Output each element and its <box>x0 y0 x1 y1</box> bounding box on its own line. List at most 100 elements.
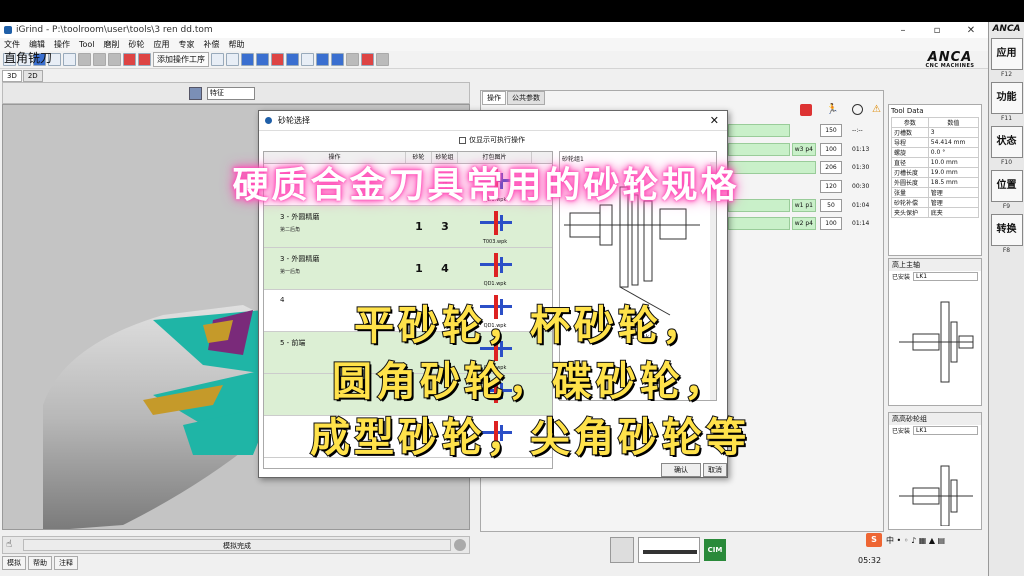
position-button[interactable]: 位置 <box>990 170 1023 202</box>
wheel-num: 1 <box>415 262 423 275</box>
tool-icon[interactable] <box>138 53 151 66</box>
timer-icon[interactable] <box>852 104 863 115</box>
ime-icon[interactable]: S <box>866 533 882 547</box>
tab-help[interactable]: 帮助 <box>28 556 52 570</box>
checkbox-box[interactable] <box>459 136 466 144</box>
plus-icon[interactable] <box>316 53 329 66</box>
convert-button[interactable]: 转换 <box>990 214 1023 246</box>
function-button[interactable]: 功能 <box>990 82 1023 114</box>
maximize-button[interactable]: ▫ <box>920 25 954 36</box>
close-button[interactable]: ✕ <box>954 25 988 36</box>
wheel-icon[interactable] <box>123 53 136 66</box>
row-value[interactable]: 120 <box>820 180 842 193</box>
export-icon[interactable] <box>376 53 389 66</box>
tab-simulation[interactable]: 模拟 <box>2 556 26 570</box>
redo-icon[interactable] <box>108 53 121 66</box>
param: 导程 <box>891 137 929 148</box>
table-row[interactable]: 螺旋 0.0 ° <box>891 147 980 158</box>
stop-icon[interactable] <box>800 104 812 116</box>
record-icon[interactable] <box>454 539 466 551</box>
op-row-bar[interactable] <box>728 143 790 156</box>
layers-icon[interactable] <box>211 53 224 66</box>
caption-body: 平砂轮，杯砂轮， 圆角砂轮，碟砂轮， 成型砂轮，尖角砂轮等 <box>210 298 850 466</box>
row-label[interactable]: w3 p4 <box>792 143 816 156</box>
installed-field[interactable]: 已安装 LK1 <box>889 271 981 282</box>
menu-operation[interactable]: 操作 <box>54 39 70 50</box>
grid-icon[interactable] <box>256 53 269 66</box>
value: 54.414 mm <box>927 137 980 148</box>
menu-help[interactable]: 帮助 <box>229 39 245 50</box>
page-title: 直角铣刀 <box>4 51 53 65</box>
tab-3d[interactable]: 3D <box>2 70 22 82</box>
image-icon[interactable] <box>361 53 374 66</box>
tab-common-params[interactable]: 公共参数 <box>507 91 545 105</box>
feature-icon[interactable] <box>189 87 202 100</box>
drop-icon[interactable] <box>286 53 299 66</box>
list-item[interactable]: 3 - 外圆精磨 第二后角 1 3 T003.wpk <box>264 206 552 248</box>
split-icon[interactable] <box>331 53 344 66</box>
delete-icon[interactable] <box>226 53 239 66</box>
dialog-close-icon[interactable]: ✕ <box>710 114 719 127</box>
executable-only-checkbox[interactable]: 仅显示可执行操作 <box>459 135 525 145</box>
fkey-label: F12 <box>1000 71 1013 78</box>
feature-select[interactable]: 特征 <box>207 87 255 100</box>
undo-icon[interactable] <box>93 53 106 66</box>
op-name: 3 - 外圆精磨 <box>280 255 320 263</box>
tab-2d[interactable]: 2D <box>22 70 43 82</box>
hand-icon[interactable]: ☝ <box>6 539 18 551</box>
minimize-button[interactable]: – <box>886 25 920 36</box>
doc-icon[interactable] <box>241 53 254 66</box>
status-button[interactable]: 状态 <box>990 126 1023 158</box>
stop-icon[interactable] <box>271 53 284 66</box>
row-value[interactable]: 50 <box>820 199 842 212</box>
apply-button[interactable]: 应用 <box>990 38 1023 70</box>
row-label[interactable]: w2 p4 <box>792 217 816 230</box>
installed-field[interactable]: 已安装 LK1 <box>889 425 981 436</box>
param: 张量 <box>891 187 929 198</box>
table-row[interactable]: 刃槽长度 19.0 mm <box>891 167 980 178</box>
print-icon[interactable] <box>63 53 76 66</box>
tray-icons[interactable]: 中 • ◦ ♪ ▦ ▲ ▤ <box>886 535 945 546</box>
wheel-pack-drawing <box>899 301 974 383</box>
wheel-thumb-icon[interactable] <box>638 537 700 563</box>
list-item[interactable]: 3 - 外圆精磨 第一后角 1 4 QD1.wpk <box>264 248 552 290</box>
table-row[interactable]: 直径 10.0 mm <box>891 157 980 168</box>
table-row[interactable]: 外圆长度 18.5 mm <box>891 177 980 188</box>
folder-icon[interactable] <box>346 53 359 66</box>
row-value[interactable]: 206 <box>820 161 842 174</box>
copy-icon[interactable] <box>78 53 91 66</box>
table-row[interactable]: 砂轮补偿 管理 <box>891 197 980 208</box>
operations-tabs: 操作 公共参数 <box>482 91 545 105</box>
menu-apply[interactable]: 应用 <box>154 39 170 50</box>
row-time: --:-- <box>852 127 863 134</box>
fkey-label: F9 <box>1002 203 1011 210</box>
menu-tool[interactable]: Tool <box>79 40 95 49</box>
menu-grinding[interactable]: 磨削 <box>104 39 120 50</box>
row-value[interactable]: 100 <box>820 143 842 156</box>
op-row-bar[interactable] <box>728 124 790 137</box>
add-operation-button[interactable]: 添加操作工序 <box>153 52 209 67</box>
tab-notes[interactable]: 注释 <box>54 556 78 570</box>
wheel-num: 1 <box>415 220 423 233</box>
simulation-bar: ☝ 模拟完成 <box>2 536 470 554</box>
run-icon[interactable]: 🏃 <box>826 104 838 115</box>
doc-thumb-icon[interactable] <box>610 537 634 563</box>
table-row[interactable]: 刃槽数 3 <box>891 127 980 138</box>
row-value[interactable]: 100 <box>820 217 842 230</box>
cim3d-icon[interactable]: CIM <box>704 539 726 561</box>
table-row[interactable]: 张量 管理 <box>891 187 980 198</box>
menu-expert[interactable]: 专家 <box>179 39 195 50</box>
menu-wheel[interactable]: 砂轮 <box>129 39 145 50</box>
caption-line-2: 圆角砂轮，碟砂轮， <box>331 358 728 406</box>
caption-line-1: 平砂轮，杯砂轮， <box>353 302 706 350</box>
table-row[interactable]: 导程 54.414 mm <box>891 137 980 148</box>
checkbox-label: 仅显示可执行操作 <box>469 136 525 144</box>
row-time: 00:30 <box>852 183 870 190</box>
row-value[interactable]: 150 <box>820 124 842 137</box>
op-row-bar[interactable] <box>728 217 790 230</box>
table-row[interactable]: 夹头保护 底夹 <box>891 207 980 218</box>
tab-operations[interactable]: 操作 <box>482 91 506 105</box>
menu-compensation[interactable]: 补偿 <box>204 39 220 50</box>
compare-icon[interactable] <box>301 53 314 66</box>
row-time: 01:30 <box>852 164 870 171</box>
